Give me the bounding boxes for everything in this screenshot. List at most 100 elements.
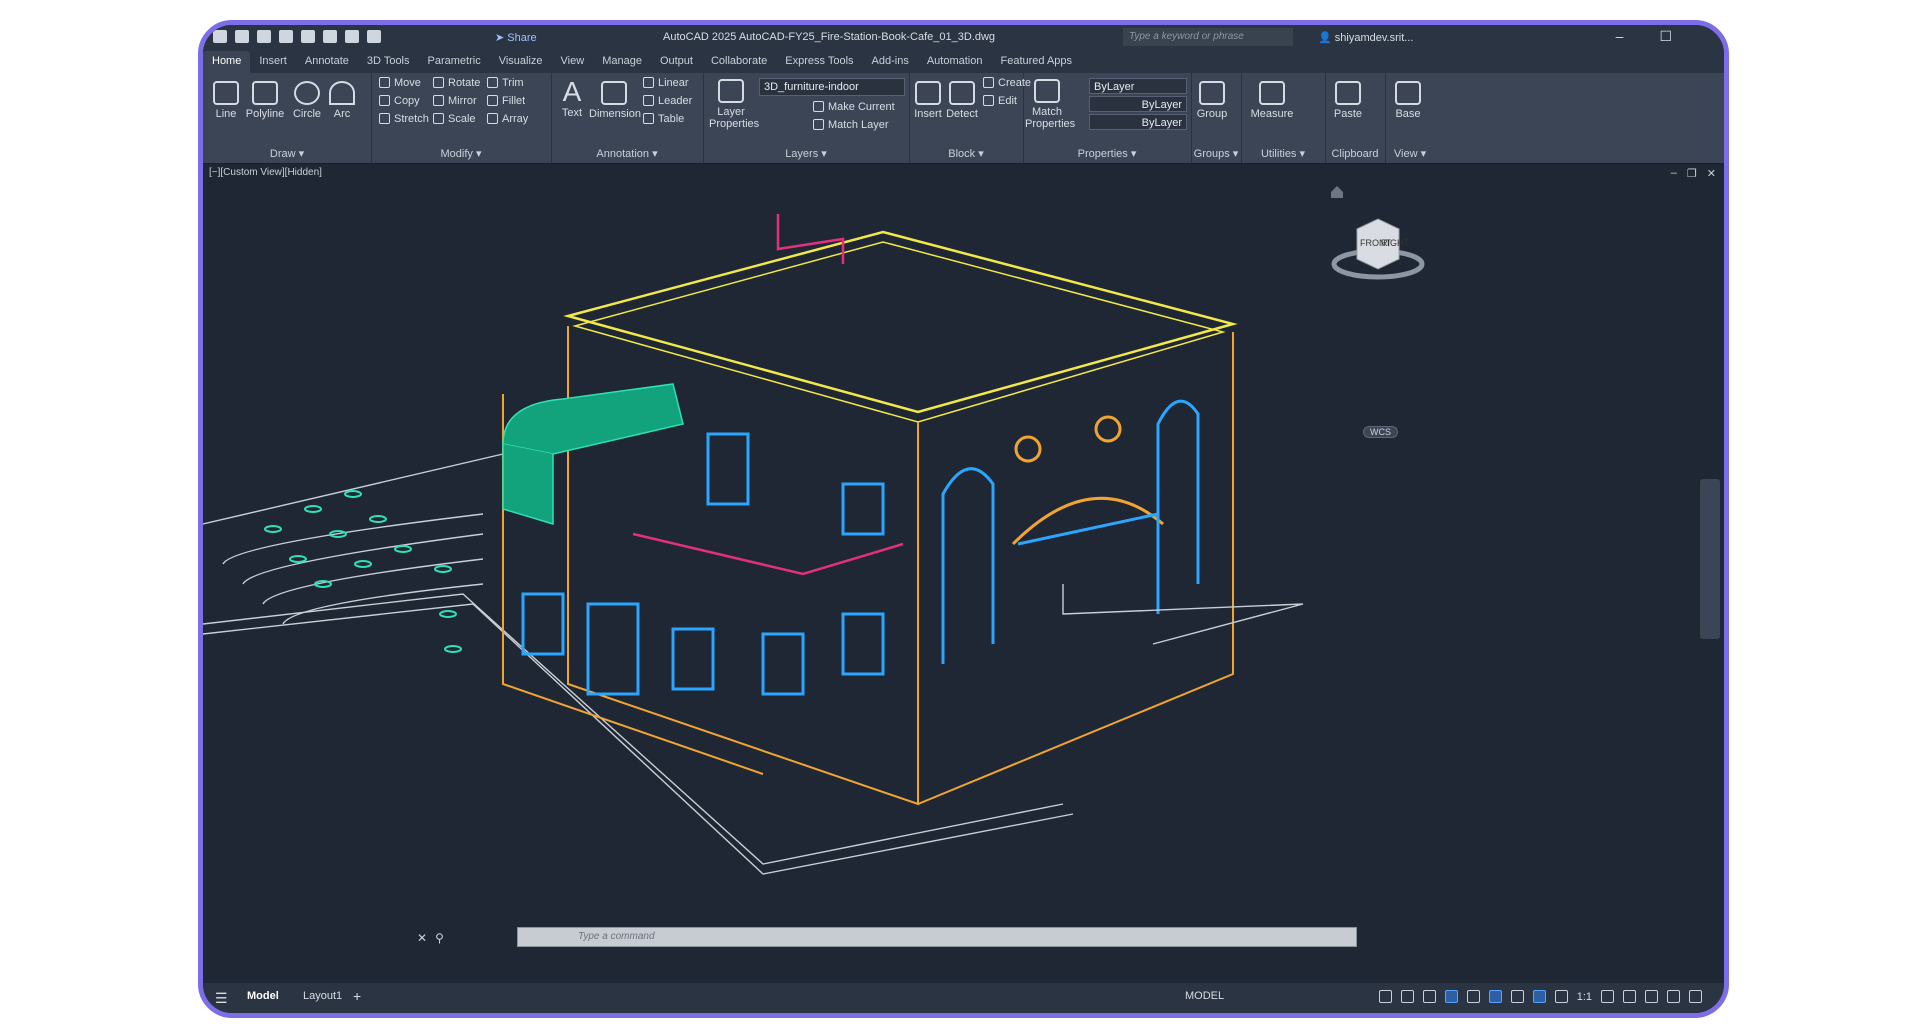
menu-icon[interactable]: ☰ [215,990,228,1007]
move-button[interactable]: Move [379,77,421,89]
tab-manage[interactable]: Manage [593,51,651,73]
color-dropdown[interactable]: ByLayer [1089,78,1187,94]
workspace-gear-icon[interactable] [1601,990,1614,1003]
view-panel-title[interactable]: View ▾ [1385,147,1435,160]
paste-button[interactable]: Paste [1331,81,1365,120]
leader-button[interactable]: Leader [643,95,692,107]
annotation-scale-icon[interactable] [1554,990,1568,1003]
tab-express-tools[interactable]: Express Tools [776,51,862,73]
arc-button[interactable]: Arc [327,81,357,120]
add-layout-icon[interactable]: + [353,988,361,1004]
edit-block-button[interactable]: Edit [983,95,1017,107]
customization-icon[interactable] [1689,990,1702,1003]
text-button[interactable]: A Text [559,77,585,120]
stretch-button[interactable]: Stretch [379,113,429,125]
ortho-icon[interactable] [1422,990,1436,1003]
polar-tracking-icon[interactable] [1444,990,1458,1003]
tab-featured-apps[interactable]: Featured Apps [991,51,1081,73]
new-file-icon[interactable] [213,30,227,43]
annotation-panel-title[interactable]: Annotation ▾ [551,147,703,160]
close-command-icon[interactable]: ✕ [417,931,427,945]
tab-visualize[interactable]: Visualize [490,51,552,73]
copy-button[interactable]: Copy [379,95,420,107]
tab-output[interactable]: Output [651,51,702,73]
grid-icon[interactable] [1378,990,1392,1003]
annotation-visibility-icon[interactable] [1532,990,1546,1003]
tab-collaborate[interactable]: Collaborate [702,51,776,73]
circle-button[interactable]: Circle [289,81,325,120]
redo-icon[interactable] [367,30,381,43]
undo-icon[interactable] [345,30,359,43]
plus-icon[interactable] [1623,990,1636,1003]
dimension-button[interactable]: Dimension [589,81,641,120]
measure-button[interactable]: Measure [1247,81,1297,120]
object-snap-icon[interactable] [1510,990,1524,1003]
tab-add-ins[interactable]: Add-ins [863,51,918,73]
command-input[interactable]: Type a command [578,931,655,942]
save-icon[interactable] [257,30,271,43]
tab-home[interactable]: Home [203,51,251,73]
save-as-icon[interactable] [279,30,293,43]
current-layer-dropdown[interactable]: 3D_furniture-indoor [759,78,905,96]
snap-icon[interactable] [1400,990,1414,1003]
model-tab[interactable]: Model [247,990,279,1002]
linear-button[interactable]: Linear [643,77,689,89]
maximize-icon[interactable]: ☐ [1659,28,1672,45]
object-snap-tracking-icon[interactable] [1488,990,1502,1003]
modify-panel-title[interactable]: Modify ▾ [371,147,551,160]
viewport-close-icon[interactable]: ✕ [1707,167,1716,180]
tab-view[interactable]: View [552,51,594,73]
array-button[interactable]: Array [487,113,528,125]
navigation-bar[interactable] [1700,479,1720,639]
group-button[interactable]: Group [1195,81,1229,120]
block-panel-title[interactable]: Block ▾ [909,147,1023,160]
linetype-dropdown[interactable]: ByLayer [1089,96,1187,112]
table-button[interactable]: Table [643,113,684,125]
share-button[interactable]: ➤ Share [495,31,537,44]
fillet-button[interactable]: Fillet [487,95,525,107]
print-icon[interactable] [323,30,337,43]
viewport-minimize-icon[interactable]: – [1671,167,1677,180]
viewport-restore-icon[interactable]: ❐ [1687,167,1697,180]
drawing-viewport[interactable]: [−][Custom View][Hidden] – ❐ ✕ FRONT RIG… [203,164,1724,984]
isolate-objects-icon[interactable] [1645,990,1658,1003]
properties-panel-title[interactable]: Properties ▾ [1023,147,1191,160]
open-file-icon[interactable] [235,30,249,43]
tab-insert[interactable]: Insert [250,51,296,73]
tab-automation[interactable]: Automation [918,51,992,73]
fullscreen-icon[interactable] [1667,990,1680,1003]
utilities-panel-title[interactable]: Utilities ▾ [1241,147,1325,160]
match-properties-button[interactable]: Match Properties [1025,79,1075,130]
user-account[interactable]: 👤 shiyamdev.srit... [1318,31,1413,44]
command-line[interactable]: Type a command [517,927,1357,947]
leader-icon [643,95,654,106]
model-space-toggle[interactable]: MODEL [1185,990,1224,1002]
plot-icon[interactable] [301,30,315,43]
layout1-tab[interactable]: Layout1 [303,990,342,1002]
tab-parametric[interactable]: Parametric [419,51,490,73]
detect-button[interactable]: Detect [945,81,979,120]
tab-annotate[interactable]: Annotate [296,51,358,73]
clipboard-panel-title[interactable]: Clipboard [1325,148,1385,160]
lineweight-dropdown[interactable]: ByLayer [1089,114,1187,130]
search-input[interactable]: Type a keyword or phrase [1123,28,1293,46]
rotate-button[interactable]: Rotate [433,77,480,89]
make-current-button[interactable]: Make Current [813,101,895,113]
layer-properties-button[interactable]: Layer Properties [709,79,759,130]
polyline-button[interactable]: Polyline [243,81,287,120]
match-layer-button[interactable]: Match Layer [813,119,889,131]
scale-button[interactable]: Scale [433,113,476,125]
annotation-scale-value[interactable]: 1:1 [1577,991,1592,1003]
insert-button[interactable]: Insert [913,81,943,120]
draw-panel-title[interactable]: Draw ▾ [203,147,371,160]
minimize-icon[interactable]: – [1616,28,1624,45]
line-button[interactable]: Line [209,81,243,120]
isodraft-icon[interactable] [1466,990,1480,1003]
layers-panel-title[interactable]: Layers ▾ [703,147,909,160]
base-button[interactable]: Base [1391,81,1425,120]
groups-panel-title[interactable]: Groups ▾ [1191,147,1241,160]
trim-button[interactable]: Trim [487,77,524,89]
tab-3d-tools[interactable]: 3D Tools [358,51,419,73]
mirror-button[interactable]: Mirror [433,95,477,107]
customize-icon[interactable]: ⚲ [435,931,444,945]
